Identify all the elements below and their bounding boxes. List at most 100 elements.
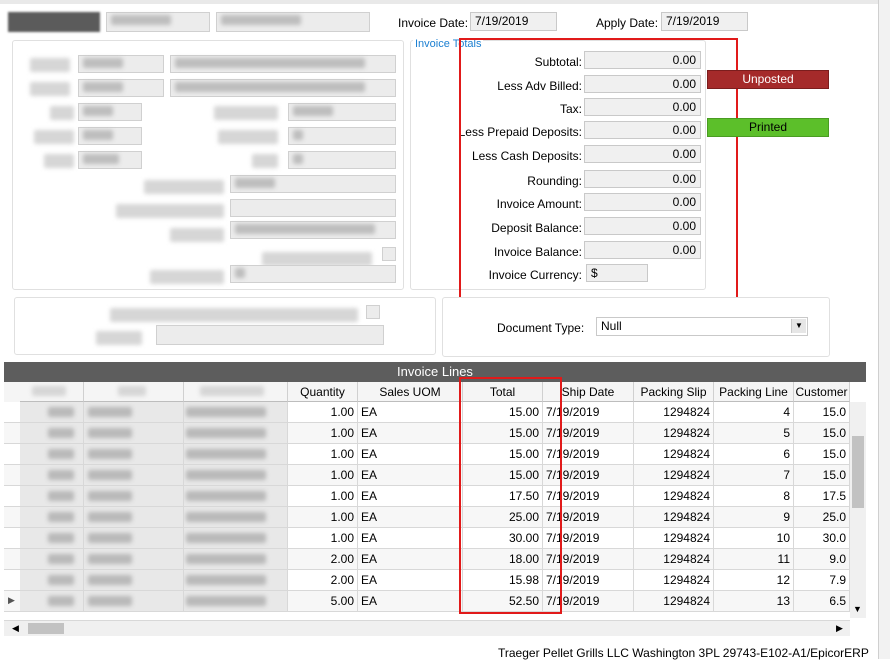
cell-quantity[interactable]: 1.00 xyxy=(288,423,358,443)
redacted-cell[interactable] xyxy=(84,465,184,485)
cell-customer[interactable]: 17.5 xyxy=(794,486,850,506)
cell-customer[interactable]: 15.0 xyxy=(794,402,850,422)
cell-packing-line[interactable]: 9 xyxy=(714,507,794,527)
column-header-quantity[interactable]: Quantity xyxy=(288,382,358,402)
redacted-cell[interactable] xyxy=(20,570,84,590)
table-row[interactable]: 1.00 EA 30.00 7/19/2019 1294824 10 30.0 xyxy=(4,528,850,549)
redacted-field[interactable] xyxy=(170,79,396,97)
document-type-select[interactable]: Null ▼ xyxy=(596,317,808,336)
cell-customer[interactable]: 15.0 xyxy=(794,444,850,464)
cell-quantity[interactable]: 1.00 xyxy=(288,486,358,506)
redacted-cell[interactable] xyxy=(84,402,184,422)
redacted-field[interactable] xyxy=(106,12,210,32)
cell-customer[interactable]: 6.5 xyxy=(794,591,850,611)
cell-sales-uom[interactable]: EA xyxy=(358,444,463,464)
cell-sales-uom[interactable]: EA xyxy=(358,486,463,506)
redacted-cell[interactable] xyxy=(84,528,184,548)
redacted-cell[interactable] xyxy=(20,549,84,569)
redacted-checkbox[interactable] xyxy=(366,305,380,319)
cell-packing-line[interactable]: 11 xyxy=(714,549,794,569)
redacted-cell[interactable] xyxy=(20,507,84,527)
redacted-cell[interactable] xyxy=(84,507,184,527)
redacted-column-header[interactable] xyxy=(184,382,288,402)
cell-packing-slip[interactable]: 1294824 xyxy=(634,570,714,590)
redacted-field[interactable] xyxy=(78,151,142,169)
redacted-field[interactable] xyxy=(230,199,396,217)
redacted-cell[interactable] xyxy=(84,570,184,590)
cell-quantity[interactable]: 5.00 xyxy=(288,591,358,611)
redacted-cell[interactable] xyxy=(84,423,184,443)
scroll-thumb[interactable] xyxy=(28,623,64,634)
column-header-packing-slip[interactable]: Packing Slip xyxy=(634,382,714,402)
table-row[interactable]: 1.00 EA 15.00 7/19/2019 1294824 4 15.0 xyxy=(4,402,850,423)
cell-sales-uom[interactable]: EA xyxy=(358,465,463,485)
scroll-right-icon[interactable]: ▶ xyxy=(836,623,843,634)
redacted-field[interactable] xyxy=(216,12,370,32)
cell-sales-uom[interactable]: EA xyxy=(358,549,463,569)
column-header-sales-uom[interactable]: Sales UOM xyxy=(358,382,463,402)
cell-packing-line[interactable]: 8 xyxy=(714,486,794,506)
redacted-cell[interactable] xyxy=(84,591,184,611)
cell-quantity[interactable]: 2.00 xyxy=(288,549,358,569)
cell-sales-uom[interactable]: EA xyxy=(358,423,463,443)
apply-date-field[interactable]: 7/19/2019 xyxy=(661,12,748,31)
horizontal-scrollbar[interactable]: ◀ ▶ xyxy=(4,620,850,636)
cell-packing-slip[interactable]: 1294824 xyxy=(634,591,714,611)
cell-packing-line[interactable]: 5 xyxy=(714,423,794,443)
redacted-cell[interactable] xyxy=(20,444,84,464)
redacted-cell[interactable] xyxy=(184,423,288,443)
cell-packing-slip[interactable]: 1294824 xyxy=(634,486,714,506)
redacted-cell[interactable] xyxy=(184,507,288,527)
cell-packing-line[interactable]: 7 xyxy=(714,465,794,485)
redacted-field[interactable] xyxy=(156,325,384,345)
redacted-cell[interactable] xyxy=(184,528,288,548)
cell-sales-uom[interactable]: EA xyxy=(358,507,463,527)
redacted-checkbox[interactable] xyxy=(382,247,396,261)
scroll-thumb[interactable] xyxy=(852,436,864,508)
scroll-left-icon[interactable]: ◀ xyxy=(12,623,19,634)
redacted-cell[interactable] xyxy=(20,465,84,485)
scroll-down-icon[interactable]: ▼ xyxy=(853,604,862,614)
cell-packing-line[interactable]: 12 xyxy=(714,570,794,590)
table-row[interactable]: 1.00 EA 25.00 7/19/2019 1294824 9 25.0 xyxy=(4,507,850,528)
redacted-field[interactable] xyxy=(288,151,396,169)
cell-quantity[interactable]: 1.00 xyxy=(288,507,358,527)
redacted-field[interactable] xyxy=(78,55,164,73)
cell-packing-slip[interactable]: 1294824 xyxy=(634,507,714,527)
redacted-cell[interactable] xyxy=(84,549,184,569)
invoice-date-field[interactable]: 7/19/2019 xyxy=(470,12,557,31)
redacted-cell[interactable] xyxy=(184,444,288,464)
column-header-customer[interactable]: Customer xyxy=(794,382,850,402)
redacted-field[interactable] xyxy=(78,79,164,97)
cell-customer[interactable]: 9.0 xyxy=(794,549,850,569)
cell-packing-slip[interactable]: 1294824 xyxy=(634,423,714,443)
redacted-cell[interactable] xyxy=(184,591,288,611)
cell-quantity[interactable]: 1.00 xyxy=(288,465,358,485)
cell-packing-slip[interactable]: 1294824 xyxy=(634,444,714,464)
redacted-cell[interactable] xyxy=(184,486,288,506)
redacted-cell[interactable] xyxy=(20,528,84,548)
redacted-field[interactable] xyxy=(230,175,396,193)
redacted-cell[interactable] xyxy=(184,570,288,590)
cell-sales-uom[interactable]: EA xyxy=(358,591,463,611)
cell-packing-line[interactable]: 13 xyxy=(714,591,794,611)
redacted-cell[interactable] xyxy=(84,486,184,506)
cell-quantity[interactable]: 1.00 xyxy=(288,444,358,464)
table-row[interactable]: 1.00 EA 15.00 7/19/2019 1294824 6 15.0 xyxy=(4,444,850,465)
cell-customer[interactable]: 25.0 xyxy=(794,507,850,527)
cell-customer[interactable]: 7.9 xyxy=(794,570,850,590)
redacted-cell[interactable] xyxy=(184,465,288,485)
cell-packing-slip[interactable]: 1294824 xyxy=(634,402,714,422)
redacted-field[interactable] xyxy=(78,127,142,145)
redacted-field[interactable] xyxy=(230,265,396,283)
cell-quantity[interactable]: 1.00 xyxy=(288,528,358,548)
redacted-column-header[interactable] xyxy=(20,382,84,402)
cell-packing-slip[interactable]: 1294824 xyxy=(634,549,714,569)
cell-customer[interactable]: 15.0 xyxy=(794,465,850,485)
table-row[interactable]: 2.00 EA 18.00 7/19/2019 1294824 11 9.0 xyxy=(4,549,850,570)
table-row[interactable]: 2.00 EA 15.98 7/19/2019 1294824 12 7.9 xyxy=(4,570,850,591)
cell-packing-slip[interactable]: 1294824 xyxy=(634,465,714,485)
redacted-field[interactable] xyxy=(288,103,396,121)
redacted-cell[interactable] xyxy=(84,444,184,464)
table-row[interactable]: 1.00 EA 15.00 7/19/2019 1294824 5 15.0 xyxy=(4,423,850,444)
